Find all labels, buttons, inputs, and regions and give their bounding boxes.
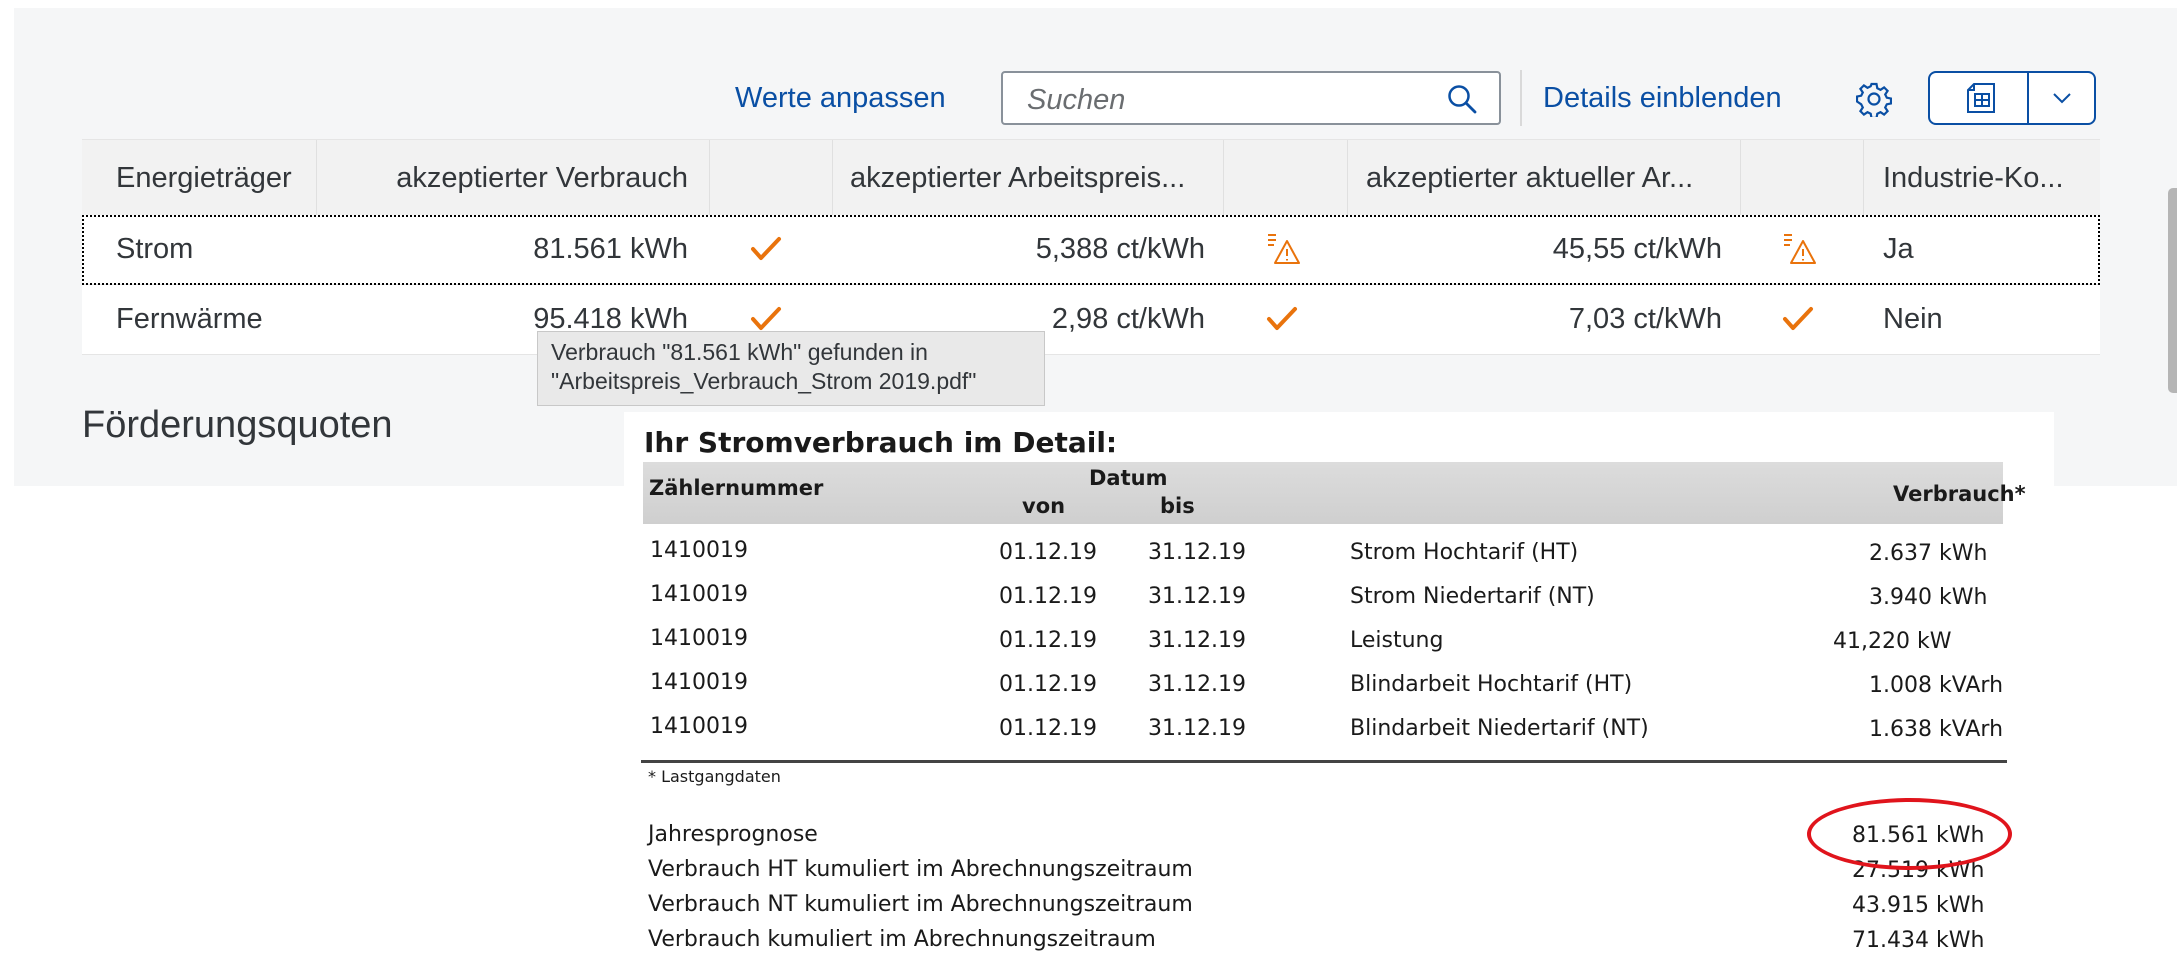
spreadsheet-export-icon <box>1967 83 1995 113</box>
column-separator <box>1223 140 1224 215</box>
doc-to: 31.12.19 <box>1148 672 1246 697</box>
gear-icon[interactable] <box>1855 81 1893 122</box>
doc-to: 31.12.19 <box>1148 628 1246 653</box>
doc-header-consumption: Verbrauch* <box>1893 482 2026 506</box>
cell-industry: Ja <box>1883 233 1914 265</box>
column-separator <box>1347 140 1348 215</box>
warning-icon[interactable] <box>1266 232 1302 271</box>
doc-value: 41,220 kW <box>1833 629 1952 654</box>
document-table-header: Zählernummer Datum von bis Verbrauch* <box>643 462 2026 524</box>
column-header-industrie[interactable]: Industrie-Ko... <box>1883 160 2064 196</box>
search-field[interactable] <box>1001 71 1501 125</box>
column-separator <box>709 140 710 215</box>
checkmark-icon[interactable] <box>1266 305 1298 338</box>
column-header-verbrauch[interactable]: akzeptierter Verbrauch <box>316 160 688 196</box>
doc-from: 01.12.19 <box>999 540 1097 565</box>
tooltip: Verbrauch "81.561 kWh" gefunden in "Arbe… <box>537 331 1045 406</box>
doc-summary-value: 71.434 kWh <box>1852 928 1985 953</box>
cell-carrier: Fernwärme <box>116 303 263 335</box>
doc-meter: 1410019 <box>650 714 748 739</box>
cell-consumption: 81.561 kWh <box>533 233 688 265</box>
doc-header-from: von <box>1022 494 1066 518</box>
doc-summary-value: 43.915 kWh <box>1852 893 1985 918</box>
doc-label: Leistung <box>1350 628 1444 653</box>
table-header: Energieträger akzeptierter Verbrauch akz… <box>82 139 2100 216</box>
cell-industry: Nein <box>1883 303 1943 335</box>
doc-meter: 1410019 <box>650 538 748 563</box>
export-split-button[interactable] <box>1928 71 2096 125</box>
checkmark-icon[interactable] <box>1782 305 1814 338</box>
doc-to: 31.12.19 <box>1148 540 1246 565</box>
doc-header-date: Datum <box>1089 466 1168 490</box>
doc-value: 1.638 kVArh <box>1869 717 2004 742</box>
warning-icon[interactable] <box>1782 232 1818 271</box>
section-title: Förderungsquoten <box>82 404 393 446</box>
highlight-oval <box>1807 798 2012 870</box>
doc-to: 31.12.19 <box>1148 716 1246 741</box>
doc-summary-label: Verbrauch NT kumuliert im Abrechnungszei… <box>648 892 1193 917</box>
doc-summary-label: Verbrauch HT kumuliert im Abrechnungszei… <box>648 857 1193 882</box>
doc-header-meter: Zählernummer <box>649 476 824 500</box>
chevron-down-icon <box>2053 93 2071 104</box>
doc-meter: 1410019 <box>650 670 748 695</box>
table-row[interactable]: Fernwärme 95.418 kWh 2,98 ct/kWh 7,03 ct… <box>82 285 2100 355</box>
doc-value: 1.008 kVArh <box>1869 673 2004 698</box>
doc-to: 31.12.19 <box>1148 584 1246 609</box>
doc-meter: 1410019 <box>650 626 748 651</box>
export-menu-button[interactable] <box>2029 73 2094 123</box>
doc-from: 01.12.19 <box>999 628 1097 653</box>
document-rule <box>641 760 2007 763</box>
document-footnote: * Lastgangdaten <box>648 767 781 786</box>
toolbar-separator <box>1520 70 1522 126</box>
column-separator <box>832 140 833 215</box>
cell-current-price: 7,03 ct/kWh <box>1568 303 1722 335</box>
tooltip-line: Verbrauch "81.561 kWh" gefunden in <box>551 339 928 365</box>
search-input[interactable] <box>1025 81 1429 119</box>
doc-summary-label: Verbrauch kumuliert im Abrechnungszeitra… <box>648 927 1156 952</box>
column-header-aktueller-arbeitspreis[interactable]: akzeptierter aktueller Ar... <box>1366 160 1693 196</box>
table-row[interactable]: Strom 81.561 kWh 5,388 ct/kWh 45,55 ct/k… <box>82 215 2100 285</box>
doc-label: Strom Niedertarif (NT) <box>1350 584 1595 609</box>
doc-meter: 1410019 <box>650 582 748 607</box>
doc-value: 3.940 kWh <box>1869 585 1988 610</box>
doc-value: 2.637 kWh <box>1869 541 1988 566</box>
doc-header-to: bis <box>1160 494 1195 518</box>
cell-carrier: Strom <box>116 233 194 265</box>
cell-current-price: 45,55 ct/kWh <box>1552 233 1722 265</box>
tooltip-line: "Arbeitspreis_Verbrauch_Strom 2019.pdf" <box>551 368 977 394</box>
adjust-values-link[interactable]: Werte anpassen <box>735 80 946 116</box>
document-title: Ihr Stromverbrauch im Detail: <box>644 426 1118 459</box>
cell-price: 5,388 ct/kWh <box>1035 233 1205 265</box>
checkmark-icon[interactable] <box>750 235 782 268</box>
show-details-link[interactable]: Details einblenden <box>1543 80 1782 116</box>
search-icon[interactable] <box>1447 84 1477 119</box>
doc-label: Blindarbeit Niedertarif (NT) <box>1350 716 1649 741</box>
column-separator <box>1863 140 1864 215</box>
doc-label: Strom Hochtarif (HT) <box>1350 540 1579 565</box>
doc-from: 01.12.19 <box>999 716 1097 741</box>
doc-label: Blindarbeit Hochtarif (HT) <box>1350 672 1633 697</box>
doc-from: 01.12.19 <box>999 672 1097 697</box>
column-header-energietraeger[interactable]: Energieträger <box>116 160 292 196</box>
column-separator <box>1740 140 1741 215</box>
doc-summary-label: Jahresprognose <box>648 822 818 847</box>
doc-from: 01.12.19 <box>999 584 1097 609</box>
export-button[interactable] <box>1930 73 2027 123</box>
scrollbar[interactable] <box>2168 188 2177 393</box>
source-document-preview: Ihr Stromverbrauch im Detail: Zählernumm… <box>624 412 2054 959</box>
column-header-arbeitspreis[interactable]: akzeptierter Arbeitspreis... <box>850 160 1185 196</box>
